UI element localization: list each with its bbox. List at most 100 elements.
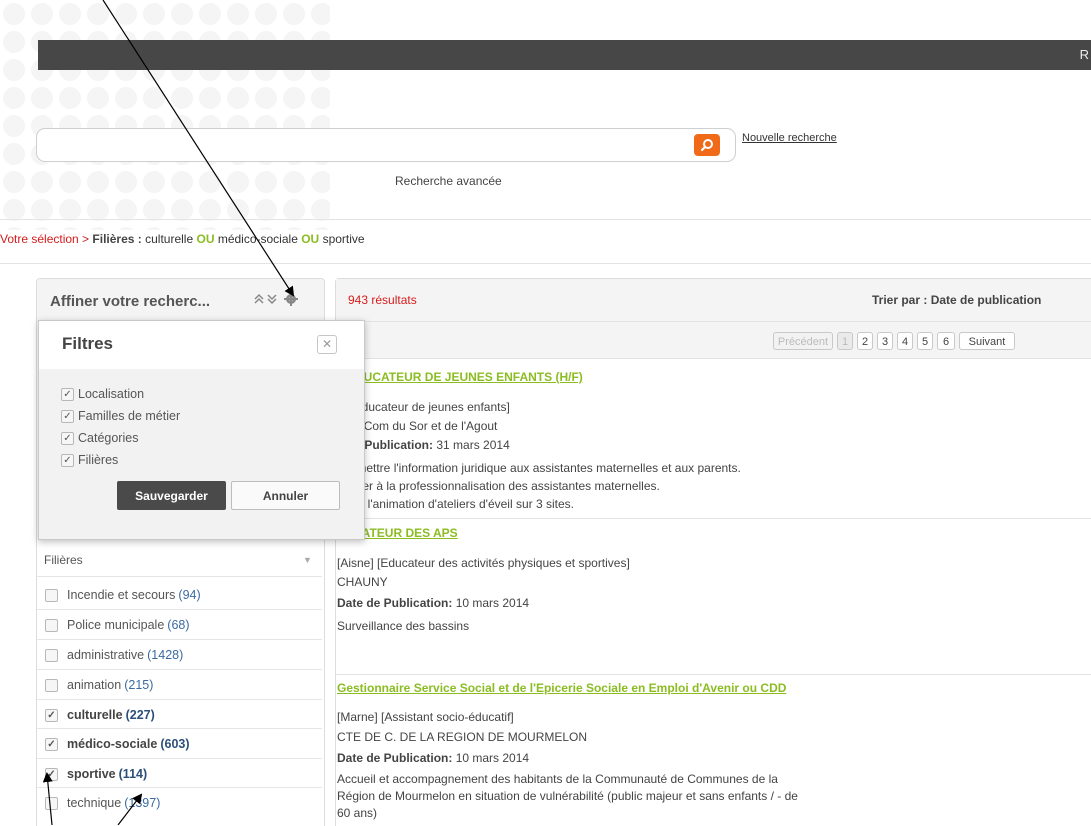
search-button[interactable]: [694, 134, 720, 156]
breadcrumb-operator: OU: [196, 232, 215, 246]
checkbox-icon[interactable]: [45, 796, 58, 810]
collapse-all-icon[interactable]: [254, 293, 264, 304]
result-title[interactable]: CATEUR DES APS: [353, 526, 458, 540]
filiere-count: (1428): [147, 648, 184, 662]
checkbox-checked-icon[interactable]: ✓: [61, 409, 74, 423]
filiere-count: (215): [124, 678, 154, 692]
filiere-item[interactable]: ✓ médico-sociale (603): [45, 734, 190, 754]
result-desc-line: ansmettre l'information juridique aux as…: [337, 461, 741, 475]
refine-panel-title: Affiner votre recherc...: [50, 293, 211, 310]
pager-page-2[interactable]: 2: [857, 332, 873, 350]
pager-next-button[interactable]: Suivant: [959, 332, 1015, 350]
expand-all-icon[interactable]: [267, 294, 277, 305]
pager-page-5[interactable]: 5: [917, 332, 933, 350]
divider: [335, 674, 1091, 675]
checkbox-icon[interactable]: [45, 618, 58, 632]
breadcrumb-label: Filières :: [92, 232, 142, 246]
result-meta: [Marne] [Assistant socio-éducatif]: [337, 710, 514, 724]
search-icon: [700, 139, 713, 152]
pager-prev-button[interactable]: Précédent: [773, 332, 833, 350]
filter-option-label: Localisation: [78, 387, 145, 401]
filiere-item[interactable]: ✓ sportive (114): [45, 764, 147, 784]
result-desc-line: Région de Mourmelon en situation de vuln…: [337, 789, 798, 803]
filiere-label: sportive: [67, 767, 116, 781]
search-input[interactable]: [36, 128, 736, 162]
filiere-label: animation: [67, 678, 122, 692]
result-title[interactable]: Gestionnaire Service Social et de l'Epic…: [337, 681, 786, 695]
sort-select[interactable]: Trier par : Date de publication: [872, 293, 1041, 307]
filiere-count: (1397): [124, 796, 161, 810]
filiere-count: (114): [118, 767, 148, 781]
divider: [37, 758, 322, 759]
breadcrumb-prefix: Votre sélection >: [0, 232, 90, 246]
filters-popup-title: Filtres: [62, 334, 114, 353]
filiere-count: (94): [178, 588, 201, 602]
result-date: Date de Publication: 10 mars 2014: [337, 751, 529, 765]
breadcrumb-operator: OU: [301, 232, 320, 246]
divider: [37, 639, 322, 640]
cancel-button[interactable]: Annuler: [231, 481, 340, 510]
background-pattern: [0, 0, 330, 230]
filter-option-label: Catégories: [78, 431, 139, 445]
result-desc-line: surer l'animation d'ateliers d'éveil sur…: [337, 497, 574, 511]
chevron-down-icon[interactable]: ▼: [303, 555, 312, 565]
filieres-title[interactable]: Filières: [44, 553, 83, 567]
checkbox-checked-icon[interactable]: ✓: [61, 453, 74, 467]
filiere-item[interactable]: ✓ culturelle (227): [45, 705, 155, 725]
breadcrumb-value-3[interactable]: sportive: [323, 232, 365, 246]
divider: [335, 518, 1091, 519]
filter-option-localisation[interactable]: ✓ Localisation: [61, 387, 144, 401]
checkbox-checked-icon[interactable]: ✓: [45, 708, 58, 722]
checkbox-checked-icon[interactable]: ✓: [45, 767, 58, 781]
filiere-count: (68): [167, 618, 190, 632]
filiere-label: culturelle: [67, 708, 123, 722]
filters-popup-header: Filtres ✕: [39, 321, 364, 369]
checkbox-checked-icon[interactable]: ✓: [45, 737, 58, 751]
result-title[interactable]: EDUCATEUR DE JEUNES ENFANTS (H/F): [347, 370, 583, 384]
advanced-search-link[interactable]: Recherche avancée: [395, 174, 502, 188]
result-date-label: Date de Publication:: [337, 596, 453, 610]
refine-header-icons: [254, 292, 298, 306]
result-meta: [Aisne] [Educateur des activités physiqu…: [337, 556, 630, 570]
divider: [0, 263, 1091, 264]
filiere-item[interactable]: administrative (1428): [45, 645, 183, 665]
checkbox-icon[interactable]: [45, 588, 58, 602]
filiere-item[interactable]: Incendie et secours (94): [45, 585, 201, 605]
breadcrumb-value-2[interactable]: médico-sociale: [218, 232, 298, 246]
pager-page-3[interactable]: 3: [877, 332, 893, 350]
filiere-item[interactable]: technique (1397): [45, 793, 160, 813]
result-org: CHAUNY: [337, 575, 388, 589]
pager-page-4[interactable]: 4: [897, 332, 913, 350]
filter-option-filieres[interactable]: ✓ Filières: [61, 453, 118, 467]
pager-page-1[interactable]: 1: [837, 332, 853, 350]
new-search-link[interactable]: Nouvelle recherche: [742, 132, 837, 144]
breadcrumb-value-1[interactable]: culturelle: [145, 232, 193, 246]
close-icon[interactable]: ✕: [317, 335, 337, 354]
result-date-label: Date de Publication:: [337, 751, 453, 765]
filter-option-familles[interactable]: ✓ Familles de métier: [61, 409, 180, 423]
filiere-label: médico-sociale: [67, 737, 158, 751]
pager-page-6[interactable]: 6: [937, 332, 955, 350]
checkbox-checked-icon[interactable]: ✓: [61, 431, 74, 445]
filiere-label: technique: [67, 796, 122, 810]
checkbox-checked-icon[interactable]: ✓: [61, 387, 74, 401]
filter-option-categories[interactable]: ✓ Catégories: [61, 431, 138, 445]
results-header: 943 résultats Trier par : Date de public…: [336, 279, 1091, 322]
divider: [37, 728, 322, 729]
filiere-item[interactable]: Police municipale (68): [45, 615, 190, 635]
filters-popup: Filtres ✕ ✓ Localisation ✓ Familles de mét…: [38, 320, 365, 540]
checkbox-icon[interactable]: [45, 648, 58, 662]
filiere-item[interactable]: animation (215): [45, 675, 153, 695]
result-date: Date de Publication: 10 mars 2014: [337, 596, 529, 610]
checkbox-icon[interactable]: [45, 678, 58, 692]
result-date-value: 10 mars 2014: [455, 751, 530, 765]
divider: [37, 699, 322, 700]
gear-icon[interactable]: [284, 292, 298, 306]
results-count: 943 résultats: [348, 293, 417, 307]
save-button[interactable]: Sauvegarder: [117, 481, 226, 510]
result-date-value: 10 mars 2014: [455, 596, 530, 610]
result-desc-line: Accueil et accompagnement des habitants …: [337, 772, 778, 786]
divider: [37, 609, 322, 610]
filiere-label: Police municipale: [67, 618, 165, 632]
filiere-count: (227): [125, 708, 155, 722]
